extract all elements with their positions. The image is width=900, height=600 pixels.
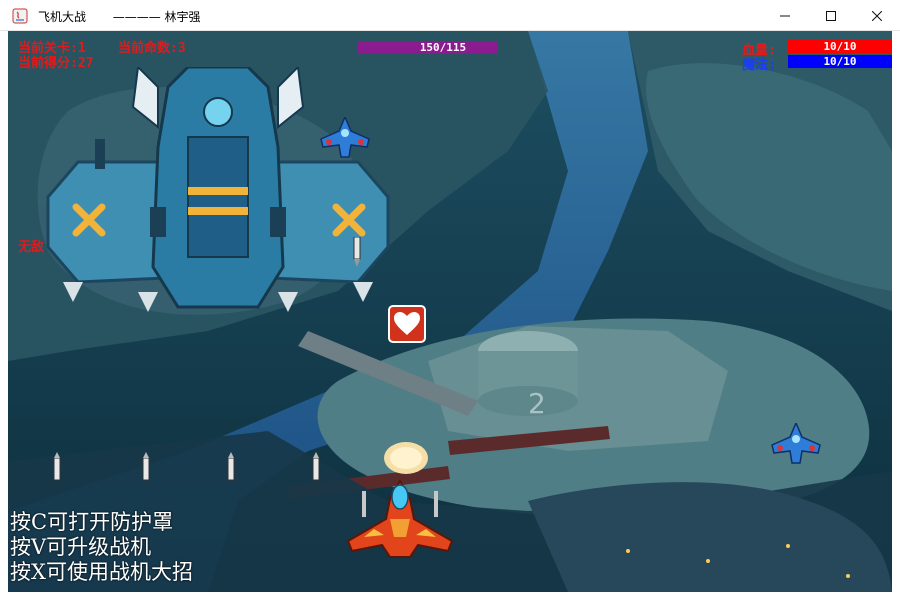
- boss-ship: [46, 67, 390, 312]
- heart-powerup: [388, 305, 426, 343]
- maximize-icon: [826, 10, 836, 21]
- hint-ultimate: 按X可使用战机大招: [10, 560, 193, 584]
- maximize-button[interactable]: [808, 0, 854, 31]
- hint-upgrade: 按V可升级战机: [10, 535, 152, 559]
- enemy-fighter: [771, 423, 821, 464]
- mana-text: 10/10: [823, 55, 857, 68]
- missile: [53, 452, 61, 481]
- missile: [142, 452, 150, 481]
- missile: [227, 452, 235, 481]
- minimize-icon: [780, 15, 790, 16]
- close-button[interactable]: [854, 0, 900, 31]
- window-titlebar: 飞机大战 ———— 林宇强: [0, 0, 900, 31]
- invincible-status: 无敌: [18, 240, 45, 255]
- score-indicator: 当前得分:27: [18, 56, 94, 71]
- java-app-icon: [12, 8, 28, 24]
- hint-shield: 按C可打开防护罩: [10, 510, 174, 534]
- enemy-fighter: [320, 117, 370, 158]
- missile: [312, 452, 320, 481]
- boss-hp-text: 150/115: [419, 41, 467, 54]
- boss-hp-bar: 150/115: [358, 41, 498, 54]
- close-icon: [872, 10, 882, 21]
- health-bar: 10/10: [788, 40, 892, 53]
- game-canvas[interactable]: 2 当前关卡:1 当前命数:3 当前得分:27 无敌 150/115 血量: 1…: [8, 31, 892, 592]
- mana-bar: 10/10: [788, 55, 892, 68]
- mana-label: 魔法:: [742, 58, 776, 73]
- health-text: 10/10: [823, 40, 857, 53]
- lives-indicator: 当前命数:3: [118, 41, 186, 56]
- missile: [353, 237, 361, 267]
- window-title: 飞机大战 ———— 林宇强: [38, 10, 201, 24]
- player-fighter: [346, 479, 454, 558]
- player-shot: [384, 442, 428, 474]
- svg-text:2: 2: [528, 387, 546, 420]
- minimize-button[interactable]: [762, 0, 808, 31]
